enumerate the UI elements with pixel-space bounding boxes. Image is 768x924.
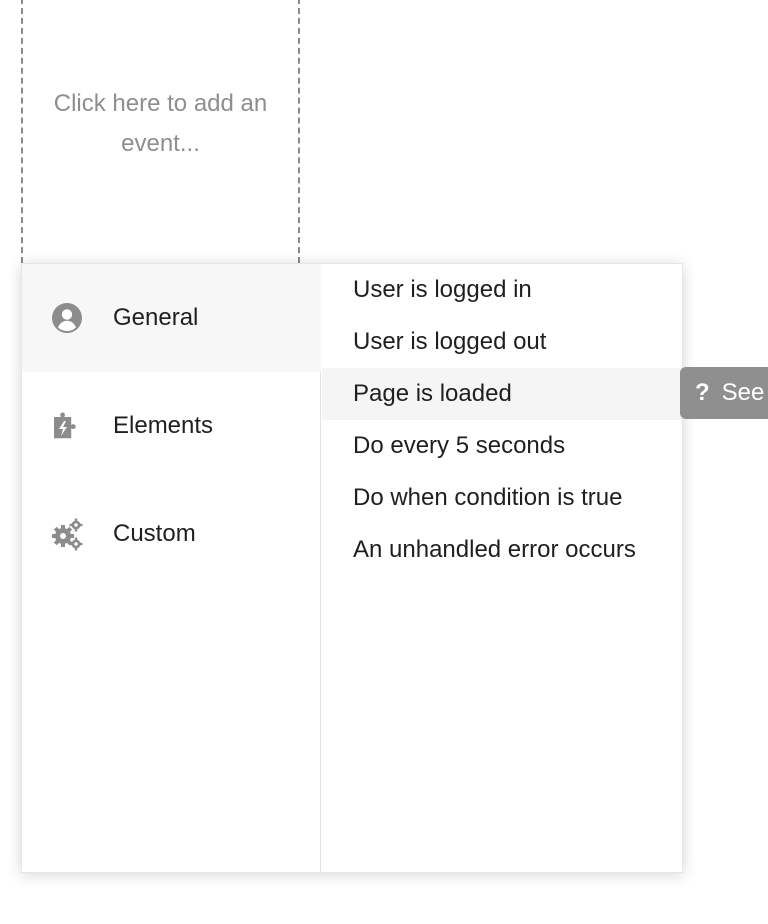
user-circle-icon: [50, 301, 84, 335]
event-every-5-seconds[interactable]: Do every 5 seconds: [322, 420, 682, 472]
gears-icon: [50, 517, 84, 551]
category-custom-label: Custom: [113, 520, 196, 547]
event-condition-true[interactable]: Do when condition is true: [322, 472, 682, 524]
category-general-label: General: [113, 304, 199, 331]
category-elements[interactable]: Elements: [22, 372, 321, 480]
event-user-logged-in[interactable]: User is logged in: [322, 264, 682, 316]
event-unhandled-error[interactable]: An unhandled error occurs: [322, 524, 682, 576]
see-help-button[interactable]: ? See: [680, 367, 768, 419]
event-page-loaded[interactable]: Page is loaded: [322, 368, 682, 420]
event-category-list: General Elements Custom: [22, 264, 321, 872]
see-help-label: See: [721, 379, 765, 406]
event-user-logged-out[interactable]: User is logged out: [322, 316, 682, 368]
category-elements-label: Elements: [113, 412, 214, 439]
event-type-list: User is logged in User is logged out Pag…: [322, 264, 682, 872]
question-icon: ?: [695, 379, 710, 406]
category-custom[interactable]: Custom: [22, 480, 321, 588]
add-event-label: Click here to add an event...: [53, 90, 268, 157]
event-picker-panel: General Elements Custom User is logged i…: [21, 263, 683, 873]
workflow-stage: Click here to add an event... General El…: [0, 0, 768, 924]
add-event-placeholder[interactable]: Click here to add an event...: [21, 0, 300, 273]
puzzle-piece-icon: [50, 409, 84, 443]
category-general[interactable]: General: [22, 264, 321, 372]
